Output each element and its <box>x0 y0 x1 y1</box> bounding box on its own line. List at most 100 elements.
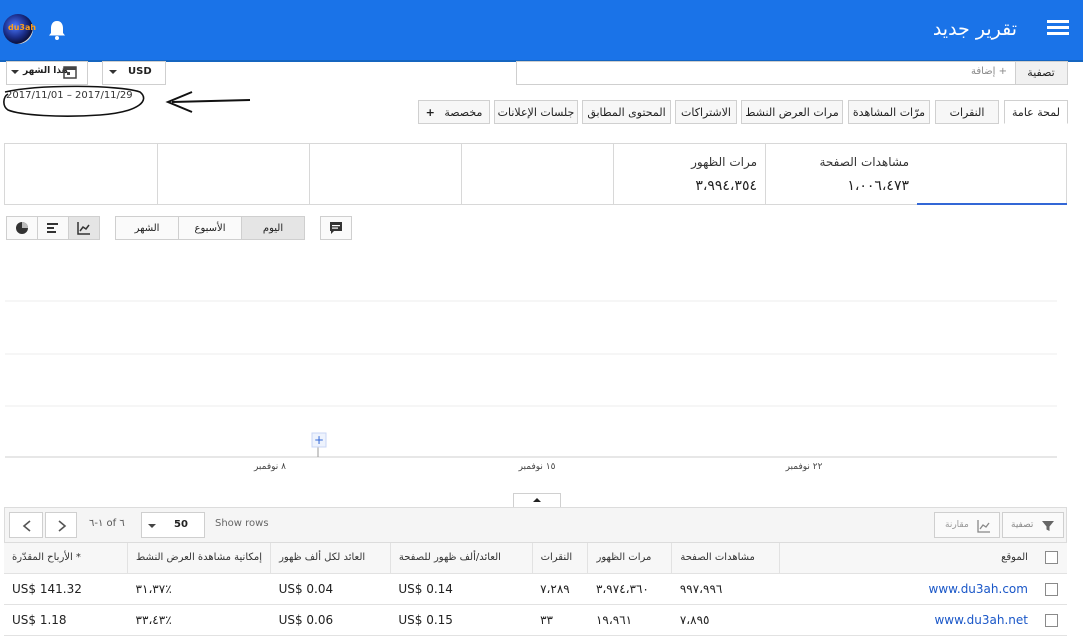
cell-impression-rpm: US$ 0.04 <box>270 573 391 605</box>
compare-label: مقارنة <box>945 520 969 530</box>
notifications-bell-icon[interactable] <box>46 18 68 42</box>
compare-button[interactable]: مقارنة <box>934 512 1000 538</box>
chart-gridlines <box>5 300 1057 407</box>
plus-icon: + <box>425 106 435 119</box>
tab-ad-sessions[interactable]: جلسات الإعلانات <box>494 100 578 124</box>
pagination-text: ١-٦ of ٦ <box>89 518 125 529</box>
chevron-down-icon <box>148 524 156 528</box>
metric-value: ١،٠٠٦،٤٧٣ <box>847 178 909 194</box>
page-title: تقرير جديد <box>932 18 1017 40</box>
col-header-estimated-earnings[interactable]: * الأرباح المقدّرة <box>4 543 129 574</box>
cell-site-link[interactable]: www.du3ah.net <box>779 604 1036 636</box>
col-header-active-view-viewability[interactable]: إمكانية مشاهدة العرض النشط <box>127 543 272 574</box>
cell-impressions: ١٩،٩٦١ <box>587 604 672 636</box>
pie-chart-view-button[interactable] <box>6 216 38 240</box>
col-header-impression-rpm[interactable]: العائد لكل ألف ظهور <box>270 543 391 574</box>
table-row[interactable]: US$ 141.32 ٪٣١،٣٧ US$ 0.04 US$ 0.14 ٧،٢٨… <box>4 573 1067 605</box>
svg-text:+: + <box>314 433 324 447</box>
cell-page-views: ٩٩٧،٩٩٦ <box>671 573 780 605</box>
currency-value: USD <box>128 66 152 77</box>
cell-impressions: ٣،٩٧٤،٣٦٠ <box>587 573 672 605</box>
cell-page-rpm: US$ 0.14 <box>390 573 533 605</box>
tab-active-view[interactable]: مرات العرض النشط <box>741 100 843 124</box>
table-filter-button[interactable]: تصفية <box>1002 512 1064 538</box>
rows-per-page-select[interactable]: 50 <box>141 512 205 538</box>
calendar-icon <box>63 66 77 79</box>
metric-slot-empty[interactable] <box>461 144 613 204</box>
granularity-day[interactable]: اليوم <box>241 216 305 240</box>
metric-label: مشاهدات الصفحة <box>819 155 909 169</box>
app-header <box>0 0 1083 60</box>
x-tick-label: ٢٢ نوفمبر <box>785 462 823 472</box>
report-table: * الأرباح المقدّرة إمكانية مشاهدة العرض … <box>4 543 1067 636</box>
cell-viewability: ٪٣٣،٤٣ <box>127 604 271 636</box>
chevron-down-icon <box>109 70 117 74</box>
row-checkbox-cell <box>1035 573 1067 605</box>
col-header-page-views[interactable]: مشاهدات الصفحة <box>671 543 781 574</box>
row-checkbox-cell <box>1035 604 1067 636</box>
menu-icon[interactable] <box>1047 18 1069 40</box>
avatar-logo-text: du3ah <box>8 23 37 32</box>
chevron-right-icon <box>58 520 67 532</box>
x-tick-label: ٨ نوفمبر <box>253 462 286 472</box>
annotation-scribble <box>3 85 251 117</box>
cell-clicks: ٣٣ <box>532 604 588 636</box>
filter-add-input[interactable]: + إضافة <box>516 61 1016 85</box>
row-checkbox[interactable] <box>1044 582 1058 596</box>
tab-matched-content[interactable]: المحتوى المطابق <box>582 100 671 124</box>
granularity-week[interactable]: الأسبوع <box>178 216 242 240</box>
col-header-site[interactable]: الموقع <box>779 543 1036 574</box>
col-header-clicks[interactable]: النقرات <box>532 543 589 574</box>
row-checkbox[interactable] <box>1044 613 1058 627</box>
bell-icon-svg <box>49 21 65 40</box>
tab-overview[interactable]: لمحة عامة <box>1004 100 1068 124</box>
collapse-chart-toggle[interactable] <box>513 493 561 508</box>
cell-site-link[interactable]: www.du3ah.com <box>779 573 1036 605</box>
tab-custom[interactable]: مخصصة + <box>418 100 490 124</box>
col-header-page-rpm[interactable]: العائد/ألف ظهور للصفحة <box>390 543 533 574</box>
cell-estimated-earnings: US$ 1.18 <box>4 604 128 636</box>
select-all-checkbox[interactable] <box>1044 551 1058 565</box>
col-header-impressions[interactable]: مرات الظهور <box>587 543 673 574</box>
cell-impression-rpm: US$ 0.06 <box>270 604 391 636</box>
pie-chart-icon <box>16 222 28 234</box>
avatar[interactable]: du3ah <box>3 14 37 44</box>
next-page-button[interactable] <box>45 512 77 538</box>
table-toolbar: تصفية مقارنة Show rows 50 ١-٦ of ٦ <box>4 507 1067 543</box>
add-annotation-icon[interactable]: + <box>311 432 327 448</box>
metric-page-views[interactable]: مشاهدات الصفحة ١،٠٠٦،٤٧٣ <box>765 144 917 204</box>
period-value: هذا الشهر <box>23 66 68 76</box>
tab-page-views[interactable]: مرّات المشاهدة <box>848 100 930 124</box>
bar-chart-icon <box>47 223 58 233</box>
performance-chart: + ٨ نوفمبر ١٥ نوفمبر ٢٢ نوفمبر <box>5 300 1057 472</box>
metric-value: ٣،٩٩٤،٣٥٤ <box>695 178 757 194</box>
metric-slot-empty[interactable] <box>157 144 309 204</box>
cell-estimated-earnings: US$ 141.32 <box>4 573 128 605</box>
cell-page-rpm: US$ 0.15 <box>390 604 533 636</box>
metric-slot-empty[interactable] <box>309 144 461 204</box>
filter-button[interactable]: تصفية <box>1014 61 1068 85</box>
comment-icon <box>330 222 342 234</box>
comment-button[interactable] <box>320 216 352 240</box>
x-axis-ticks: ٨ نوفمبر ١٥ نوفمبر ٢٢ نوفمبر <box>253 462 823 472</box>
filter-funnel-icon <box>1042 521 1054 531</box>
active-metric-indicator <box>917 203 1067 205</box>
chevron-down-icon <box>11 70 19 74</box>
add-filter-placeholder: + إضافة <box>970 66 1007 77</box>
line-chart-view-button[interactable] <box>68 216 100 240</box>
table-filter-label: تصفية <box>1011 520 1034 530</box>
metric-slot-empty[interactable] <box>5 144 157 204</box>
metric-impressions[interactable]: مرات الظهور ٣،٩٩٤،٣٥٤ <box>613 144 765 204</box>
metric-label: مرات الظهور <box>691 155 757 169</box>
table-row[interactable]: US$ 1.18 ٪٣٣،٤٣ US$ 0.06 US$ 0.15 ٣٣ ١٩،… <box>4 604 1067 636</box>
bar-chart-view-button[interactable] <box>37 216 69 240</box>
granularity-month[interactable]: الشهر <box>115 216 179 240</box>
cell-viewability: ٪٣١،٣٧ <box>127 573 271 605</box>
chevron-left-icon <box>22 520 31 532</box>
cell-page-views: ٧،٨٩٥ <box>671 604 780 636</box>
tab-clicks[interactable]: النقرات <box>935 100 999 124</box>
metrics-row: مشاهدات الصفحة ١،٠٠٦،٤٧٣ مرات الظهور ٣،٩… <box>4 143 1067 205</box>
tab-subscriptions[interactable]: الاشتراكات <box>675 100 737 124</box>
cell-clicks: ٧،٢٨٩ <box>532 573 588 605</box>
previous-page-button[interactable] <box>9 512 43 538</box>
